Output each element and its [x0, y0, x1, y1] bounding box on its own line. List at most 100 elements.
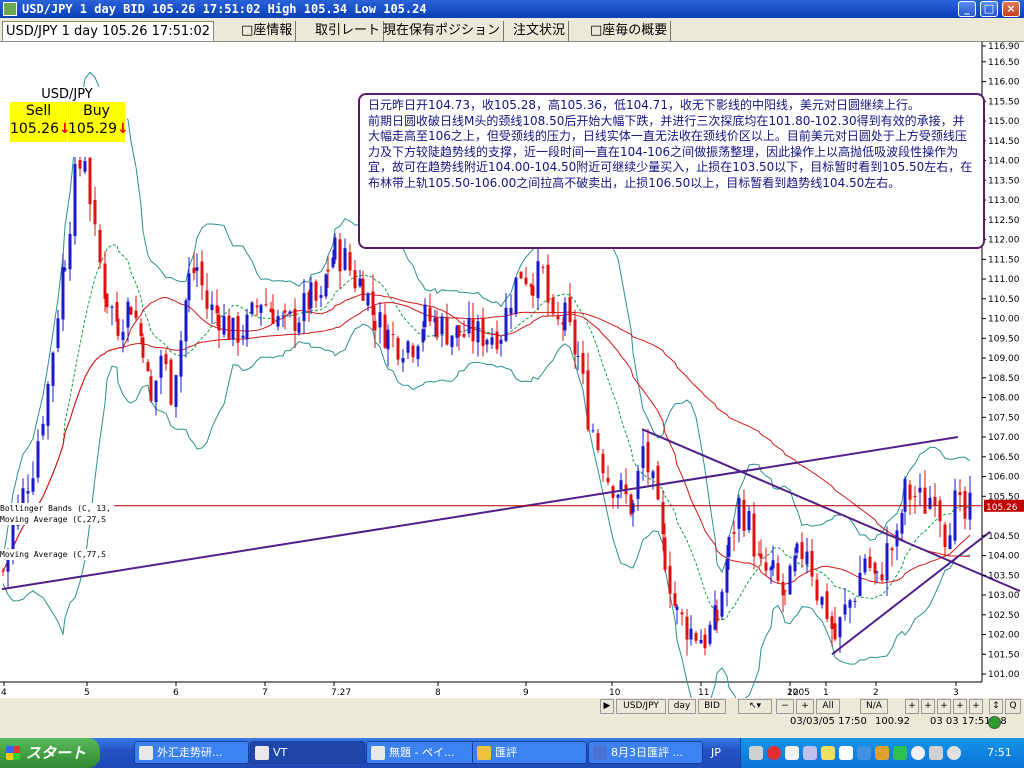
- candle-body: [169, 359, 173, 405]
- taskbar-item-vt[interactable]: VT: [250, 741, 365, 764]
- candle-body: [703, 634, 707, 649]
- ime-icon[interactable]: [767, 746, 781, 760]
- clock-icon[interactable]: [911, 746, 925, 760]
- candle-body: [601, 453, 605, 474]
- candle-body: [245, 314, 249, 340]
- x-tick-label: 6: [173, 688, 179, 698]
- taskbar-item-word[interactable]: 8月3日匯評 ...: [588, 741, 703, 764]
- crosshair-tool-2-icon[interactable]: +: [921, 699, 935, 714]
- candle-body: [918, 487, 922, 493]
- buy-label: Buy: [83, 103, 110, 119]
- crosshair-tool-4-icon[interactable]: +: [953, 699, 967, 714]
- candle-body: [800, 542, 804, 560]
- network-icon[interactable]: [875, 746, 889, 760]
- symbol-button[interactable]: USD/JPY: [616, 699, 666, 714]
- candle-body: [46, 384, 50, 426]
- candle-body: [406, 341, 410, 353]
- y-tick-label: 109.50: [988, 334, 1020, 344]
- start-button[interactable]: スタート: [0, 738, 100, 768]
- taskbar-item-forex-research[interactable]: 外汇走势研...: [134, 741, 249, 764]
- zoom-in-button[interactable]: +: [796, 699, 814, 714]
- candle-body: [536, 261, 540, 299]
- candle-body: [179, 340, 183, 377]
- y-tick-label: 109.00: [988, 354, 1020, 364]
- candle-body: [450, 335, 454, 348]
- price-box-pair: USD/JPY: [41, 87, 93, 102]
- moving-average-77-label[interactable]: Moving Average (C,77,S: [0, 549, 109, 560]
- candle-body: [673, 593, 677, 606]
- tab-positions[interactable]: 現在保有ポジション: [380, 21, 505, 41]
- crosshair-tool-5-icon[interactable]: +: [969, 699, 983, 714]
- search-icon[interactable]: [947, 746, 961, 760]
- all-button[interactable]: All: [816, 699, 840, 714]
- period-button[interactable]: day: [668, 699, 696, 714]
- candle-body: [326, 269, 330, 272]
- candle-body: [83, 161, 87, 172]
- taskbar-item-paint[interactable]: 無題 - ペイ...: [366, 741, 481, 764]
- cursor-tool-button[interactable]: ↖▾: [738, 699, 772, 714]
- candle-body: [514, 277, 518, 314]
- y-tick-label: 114.50: [988, 137, 1020, 147]
- zoom-out-button[interactable]: −: [776, 699, 794, 714]
- buy-button[interactable]: Buy 105.29↓: [68, 102, 129, 142]
- volume-icon[interactable]: [929, 746, 943, 760]
- input-mode-icon[interactable]: [785, 746, 799, 760]
- candle-body: [423, 304, 427, 328]
- scroll-right-button[interactable]: ▶: [600, 699, 614, 714]
- pen-icon[interactable]: [803, 746, 817, 760]
- tab-rates[interactable]: 取引レート: [312, 21, 385, 41]
- candle-body: [471, 319, 475, 342]
- candle-body: [752, 513, 756, 557]
- candle-body: [781, 581, 785, 596]
- candle-body: [343, 248, 347, 270]
- axis-scale-icon[interactable]: ↕: [989, 699, 1003, 714]
- candle-body: [616, 494, 620, 498]
- candle-body: [524, 277, 528, 285]
- close-button[interactable]: ×: [1002, 1, 1020, 17]
- candle-body: [810, 551, 814, 577]
- candle-body: [661, 502, 665, 535]
- minimize-button[interactable]: _: [958, 1, 976, 17]
- candle-body: [121, 331, 125, 340]
- candle-body: [314, 281, 318, 301]
- tab-account-summary[interactable]: □座毎の概要: [587, 21, 672, 41]
- y-tick-label: 111.00: [988, 275, 1020, 285]
- candle-body: [720, 591, 724, 617]
- candle-body: [56, 318, 60, 349]
- candle-body: [440, 316, 444, 335]
- bid-button[interactable]: BID: [698, 699, 726, 714]
- candle-body: [556, 316, 560, 320]
- query-button[interactable]: Q: [1005, 699, 1021, 714]
- candle-body: [93, 199, 97, 225]
- candle-body: [36, 441, 40, 478]
- tools-icon[interactable]: [821, 746, 835, 760]
- tab-chart[interactable]: USD/JPY 1 day 105.26 17:51:02: [2, 21, 215, 41]
- taskbar-item-folder[interactable]: 匯評: [472, 741, 587, 764]
- moving-average-27-label[interactable]: Moving Average (C,27,S: [0, 514, 109, 525]
- crosshair-tool-1-icon[interactable]: +: [905, 699, 919, 714]
- na-button[interactable]: N/A: [860, 699, 888, 714]
- crosshair-tool-3-icon[interactable]: +: [937, 699, 951, 714]
- candle-body: [485, 339, 489, 345]
- shield-icon[interactable]: [857, 746, 871, 760]
- title-bar[interactable]: USD/JPY 1 day BID 105.26 17:51:02 High 1…: [0, 0, 1024, 18]
- keyboard-icon[interactable]: [749, 746, 763, 760]
- bollinger-label[interactable]: Bollinger Bands (C, 13,: [0, 503, 114, 514]
- language-indicator[interactable]: JP: [711, 746, 721, 759]
- help-icon[interactable]: [839, 746, 853, 760]
- candle-body: [868, 556, 872, 568]
- sell-label: Sell: [25, 103, 52, 119]
- maximize-button[interactable]: □: [980, 1, 998, 17]
- tab-orders[interactable]: 注文状況: [510, 21, 570, 41]
- candle-body: [78, 160, 82, 169]
- candle-body: [708, 624, 712, 644]
- sell-button[interactable]: Sell 105.26↓: [10, 102, 71, 142]
- word-icon: [593, 746, 607, 760]
- tab-account-info[interactable]: □座情報: [238, 21, 297, 41]
- security-icon[interactable]: [893, 746, 907, 760]
- price-chart[interactable]: 116.90 116.50 116.00 115.50 115.00 114.50 114.…: [0, 42, 1024, 698]
- y-tick-label: 101.50: [988, 650, 1020, 660]
- candle-body: [222, 316, 226, 335]
- y-tick-label: 116.00: [988, 78, 1020, 88]
- candle-body: [297, 322, 301, 333]
